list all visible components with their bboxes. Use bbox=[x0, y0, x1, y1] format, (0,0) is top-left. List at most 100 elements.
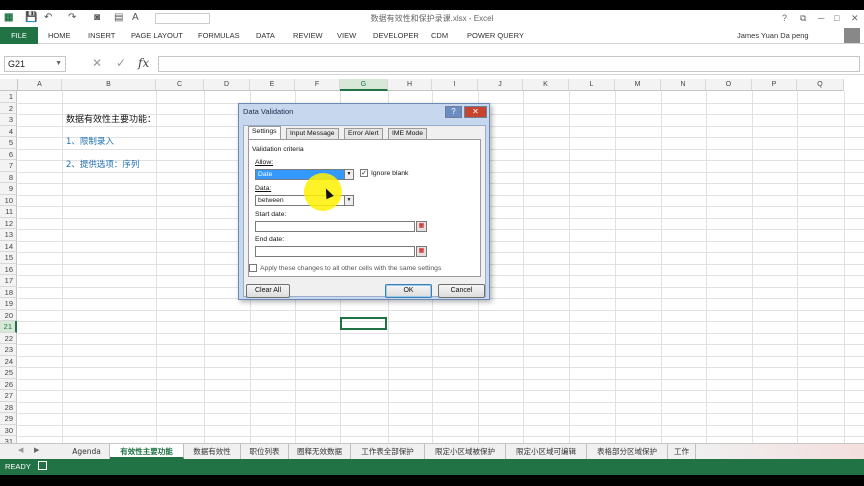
column-header-n[interactable]: N bbox=[661, 79, 706, 91]
tab-page-layout[interactable]: PAGE LAYOUT bbox=[131, 31, 183, 40]
user-name[interactable]: James Yuan Da peng bbox=[737, 31, 809, 40]
tab-nav-prev-icon[interactable]: ◀ bbox=[18, 446, 23, 454]
dialog-help-button[interactable]: ? bbox=[445, 106, 462, 118]
row-header-18[interactable]: 18 bbox=[0, 286, 17, 298]
name-box[interactable]: G21 ▼ bbox=[4, 56, 66, 72]
minimize-button[interactable]: ─ bbox=[818, 13, 824, 23]
sheet-tab-small-area-protected[interactable]: 限定小区域被保护 bbox=[425, 444, 506, 459]
cancel-button[interactable]: Cancel bbox=[438, 284, 485, 298]
column-header-p[interactable]: P bbox=[752, 79, 797, 91]
row-header-20[interactable]: 20 bbox=[0, 309, 17, 321]
column-header-a[interactable]: A bbox=[18, 79, 62, 91]
ignore-blank-checkbox[interactable]: ✓ bbox=[360, 169, 368, 177]
range-picker-icon[interactable]: ▦ bbox=[416, 246, 427, 257]
chevron-down-icon[interactable]: ▼ bbox=[55, 57, 62, 71]
row-header-16[interactable]: 16 bbox=[0, 263, 17, 275]
row-header-13[interactable]: 13 bbox=[0, 229, 17, 241]
tab-home[interactable]: HOME bbox=[48, 31, 71, 40]
column-header-c[interactable]: C bbox=[156, 79, 204, 91]
tab-formulas[interactable]: FORMULAS bbox=[198, 31, 240, 40]
ribbon-display-button[interactable]: ⧉ bbox=[800, 13, 806, 24]
dialog-close-button[interactable]: ✕ bbox=[464, 106, 487, 118]
macro-record-icon[interactable] bbox=[38, 461, 47, 470]
range-picker-icon[interactable]: ▦ bbox=[416, 221, 427, 232]
row-header-25[interactable]: 25 bbox=[0, 367, 17, 379]
row-header-4[interactable]: 4 bbox=[0, 125, 17, 137]
column-header-k[interactable]: K bbox=[523, 79, 569, 91]
sheet-tab-partial-protection[interactable]: 表格部分区域保护 bbox=[587, 444, 668, 459]
row-header-6[interactable]: 6 bbox=[0, 148, 17, 160]
row-header-27[interactable]: 27 bbox=[0, 390, 17, 402]
sheet-tab-data-validation[interactable]: 数据有效性 bbox=[184, 444, 241, 459]
sheet-tab-small-area-editable[interactable]: 限定小区域可编辑 bbox=[506, 444, 587, 459]
tab-power-query[interactable]: POWER QUERY bbox=[467, 31, 524, 40]
insert-function-icon[interactable]: fx bbox=[138, 56, 149, 70]
column-header-j[interactable]: J bbox=[478, 79, 523, 91]
column-header-h[interactable]: H bbox=[388, 79, 432, 91]
column-header-m[interactable]: M bbox=[615, 79, 661, 91]
sheet-tab-job-list[interactable]: 职位列表 bbox=[241, 444, 289, 459]
row-header-24[interactable]: 24 bbox=[0, 355, 17, 367]
tab-nav-next-icon[interactable]: ▶ bbox=[34, 446, 39, 454]
column-header-b[interactable]: B bbox=[62, 79, 156, 91]
tab-data[interactable]: DATA bbox=[256, 31, 275, 40]
ok-button[interactable]: OK bbox=[385, 284, 432, 298]
row-header-17[interactable]: 17 bbox=[0, 275, 17, 287]
horizontal-scrollbar[interactable] bbox=[696, 444, 864, 459]
row-header-7[interactable]: 7 bbox=[0, 160, 17, 172]
avatar[interactable] bbox=[844, 28, 860, 43]
select-all-corner[interactable] bbox=[0, 79, 18, 91]
column-header-o[interactable]: O bbox=[706, 79, 752, 91]
sheet-tab-agenda[interactable]: Agenda bbox=[64, 444, 110, 459]
close-button[interactable]: ✕ bbox=[851, 13, 859, 24]
help-button[interactable]: ? bbox=[782, 13, 787, 23]
row-header-19[interactable]: 19 bbox=[0, 298, 17, 310]
row-header-12[interactable]: 12 bbox=[0, 217, 17, 229]
row-header-21[interactable]: 21 bbox=[0, 321, 17, 333]
row-header-23[interactable]: 23 bbox=[0, 344, 17, 356]
cancel-icon[interactable]: ✕ bbox=[92, 56, 102, 70]
sheet-tab-truncated[interactable]: 工作 bbox=[668, 444, 696, 459]
sheet-tab-main-functions[interactable]: 有效性主要功能 bbox=[110, 444, 184, 459]
apply-all-checkbox[interactable] bbox=[249, 264, 257, 272]
tab-insert[interactable]: INSERT bbox=[88, 31, 115, 40]
row-header-22[interactable]: 22 bbox=[0, 332, 17, 344]
row-header-15[interactable]: 15 bbox=[0, 252, 17, 264]
chevron-down-icon[interactable]: ▼ bbox=[344, 196, 353, 205]
tab-review[interactable]: REVIEW bbox=[293, 31, 323, 40]
row-header-9[interactable]: 9 bbox=[0, 183, 17, 195]
row-header-11[interactable]: 11 bbox=[0, 206, 17, 218]
clear-all-button[interactable]: Clear All bbox=[246, 284, 290, 298]
tab-ime-mode[interactable]: IME Mode bbox=[388, 128, 427, 139]
row-header-3[interactable]: 3 bbox=[0, 114, 17, 126]
sheet-tab-circle-invalid[interactable]: 圈释无效数据 bbox=[289, 444, 351, 459]
sheet-tab-protect-all[interactable]: 工作表全部保护 bbox=[351, 444, 425, 459]
column-header-l[interactable]: L bbox=[569, 79, 615, 91]
column-header-q[interactable]: Q bbox=[797, 79, 844, 91]
cell-b3[interactable]: 数据有效性主要功能： bbox=[66, 112, 156, 125]
row-header-30[interactable]: 30 bbox=[0, 424, 17, 436]
allow-select[interactable]: Date ▼ bbox=[255, 169, 354, 180]
column-header-d[interactable]: D bbox=[204, 79, 250, 91]
column-header-e[interactable]: E bbox=[250, 79, 295, 91]
column-header-f[interactable]: F bbox=[295, 79, 340, 91]
tab-input-message[interactable]: Input Message bbox=[286, 128, 339, 139]
cell-b5[interactable]: 1、限制录入 bbox=[66, 135, 114, 147]
selected-cell-g21[interactable] bbox=[340, 317, 387, 330]
chevron-down-icon[interactable]: ▼ bbox=[344, 170, 353, 179]
column-header-g[interactable]: G bbox=[340, 79, 388, 91]
cell-b7[interactable]: 2、提供选项：序列 bbox=[66, 158, 139, 170]
end-date-input[interactable] bbox=[255, 246, 415, 257]
row-header-10[interactable]: 10 bbox=[0, 194, 17, 206]
start-date-input[interactable] bbox=[255, 221, 415, 232]
tab-error-alert[interactable]: Error Alert bbox=[344, 128, 383, 139]
tab-settings[interactable]: Settings bbox=[248, 126, 281, 139]
row-header-29[interactable]: 29 bbox=[0, 413, 17, 425]
row-header-28[interactable]: 28 bbox=[0, 401, 17, 413]
row-header-2[interactable]: 2 bbox=[0, 102, 17, 114]
column-header-i[interactable]: I bbox=[432, 79, 478, 91]
enter-icon[interactable]: ✓ bbox=[116, 56, 126, 70]
formula-input[interactable] bbox=[158, 56, 860, 72]
tab-file[interactable]: FILE bbox=[0, 27, 38, 44]
row-header-14[interactable]: 14 bbox=[0, 240, 17, 252]
